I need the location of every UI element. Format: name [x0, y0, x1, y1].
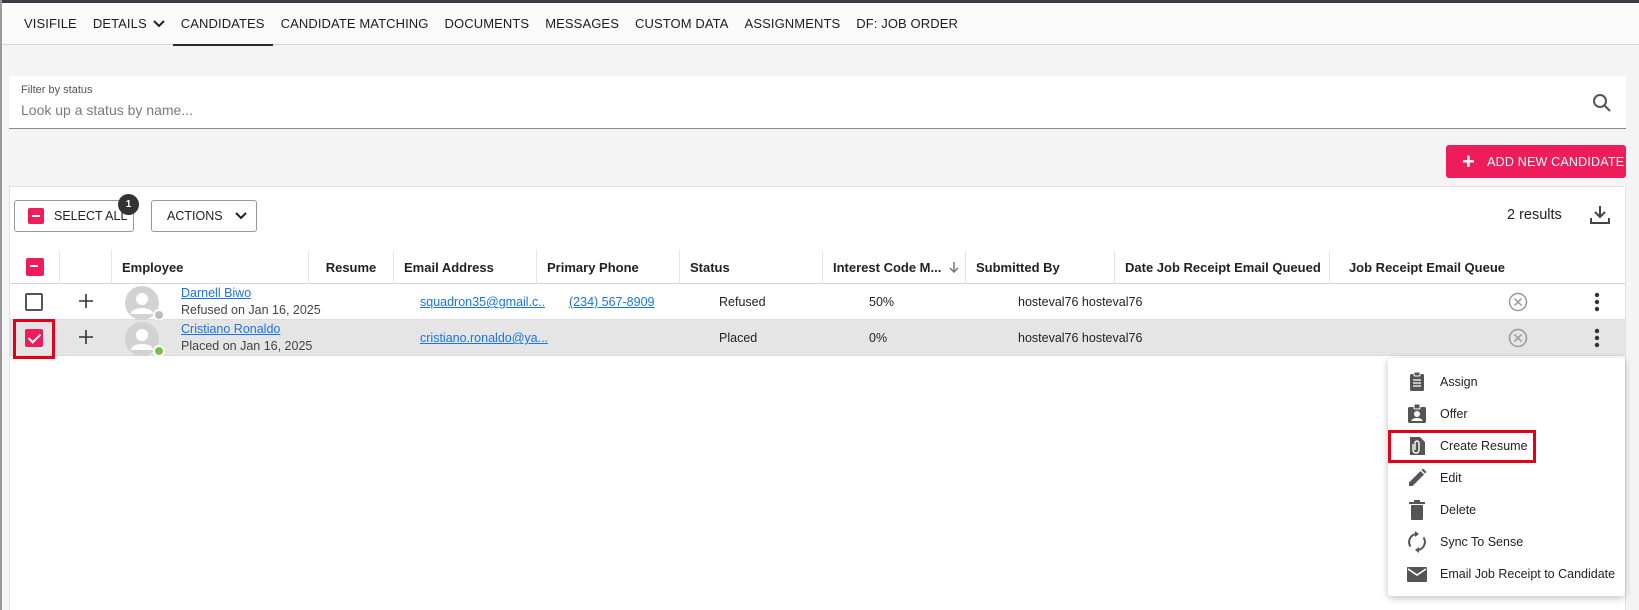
file-attachment-icon — [1410, 437, 1425, 455]
window-left-border — [0, 0, 2, 610]
tab-visifile[interactable]: VISIFILE — [16, 3, 85, 45]
envelope-icon — [1407, 567, 1427, 582]
employee-status-date: Refused on Jan 16, 2025 — [181, 303, 321, 317]
tab-label: CANDIDATES — [180, 16, 265, 31]
column-header-resume[interactable]: Resume — [309, 250, 394, 284]
select-all-label: SELECT ALL — [54, 209, 128, 223]
menu-item-email-job-receipt[interactable]: Email Job Receipt to Candidate — [1388, 558, 1625, 590]
tab-candidate-matching[interactable]: CANDIDATE MATCHING — [273, 3, 437, 45]
badge-icon — [1408, 403, 1426, 423]
plus-icon: + — [1462, 148, 1476, 174]
sort-arrow-down-icon[interactable] — [949, 261, 959, 273]
status-cell: Placed — [719, 331, 758, 345]
submitted-by-cell: hosteval76 hosteval76 — [1018, 331, 1143, 345]
select-all-button[interactable]: SELECT ALL — [14, 200, 134, 232]
interest-header-label: Interest Code M... — [833, 259, 942, 275]
menu-item-label: Delete — [1440, 503, 1477, 517]
add-new-candidate-button[interactable]: + ADD NEW CANDIDATE — [1446, 145, 1626, 178]
column-header-phone[interactable]: Primary Phone — [537, 250, 680, 284]
plus-icon[interactable] — [77, 292, 95, 310]
more-options-icon[interactable] — [1594, 292, 1600, 312]
tab-label: CANDIDATE MATCHING — [280, 16, 429, 31]
employee-status-date: Placed on Jan 16, 2025 — [181, 339, 313, 353]
clipboard-icon — [1410, 371, 1424, 391]
employee-name-link[interactable]: Cristiano Ronaldo — [181, 322, 280, 336]
interest-cell: 50% — [869, 295, 895, 309]
column-header-interest[interactable]: Interest Code M... — [823, 250, 966, 284]
menu-item-label: Assign — [1440, 375, 1478, 389]
table-row[interactable]: Cristiano Ronaldo Placed on Jan 16, 2025… — [10, 320, 1625, 357]
menu-item-label: Create Resume — [1440, 439, 1528, 453]
tab-label: DF: JOB ORDER — [856, 16, 958, 31]
filter-label: Filter by status — [21, 84, 93, 96]
column-header-email[interactable]: Email Address — [394, 250, 537, 284]
row-context-menu: Assign Offer Create Resume Edit Delete S… — [1388, 358, 1625, 596]
menu-item-label: Edit — [1440, 471, 1462, 485]
close-circle-icon — [1508, 292, 1528, 312]
selected-count-badge: 1 — [118, 194, 139, 215]
row-checkbox[interactable] — [25, 293, 43, 311]
more-options-icon[interactable] — [1594, 328, 1600, 348]
plus-icon[interactable] — [77, 328, 95, 346]
table-row[interactable]: Darnell Biwo Refused on Jan 16, 2025 squ… — [10, 284, 1625, 321]
email-link[interactable]: squadron35@gmail.c... — [420, 284, 545, 320]
column-header-employee[interactable]: Employee — [112, 250, 309, 284]
chevron-down-icon — [153, 19, 165, 27]
menu-item-offer[interactable]: Offer — [1388, 398, 1625, 430]
status-cell: Refused — [719, 295, 766, 309]
tab-bar: VISIFILE DETAILS CANDIDATES CANDIDATE MA… — [2, 3, 1639, 46]
actions-label: ACTIONS — [167, 209, 223, 223]
sync-icon — [1408, 531, 1426, 553]
close-circle-icon — [1508, 328, 1528, 348]
header-expand-cell — [60, 250, 112, 284]
menu-item-label: Sync To Sense — [1440, 535, 1524, 549]
employee-name-link[interactable]: Darnell Biwo — [181, 286, 251, 300]
interest-cell: 0% — [869, 331, 888, 345]
tab-documents[interactable]: DOCUMENTS — [437, 3, 538, 45]
tab-label: MESSAGES — [545, 16, 619, 31]
menu-item-sync-to-sense[interactable]: Sync To Sense — [1388, 526, 1625, 558]
tab-df-job-order[interactable]: DF: JOB ORDER — [848, 3, 966, 45]
download-icon[interactable] — [1589, 204, 1611, 226]
menu-item-label: Email Job Receipt to Candidate — [1440, 567, 1616, 581]
pencil-icon — [1409, 468, 1427, 486]
row-checkbox[interactable] — [25, 329, 43, 347]
phone-link[interactable]: (234) 567-8909 — [569, 284, 689, 320]
tab-assignments[interactable]: ASSIGNMENTS — [737, 3, 849, 45]
search-icon[interactable] — [1592, 93, 1612, 113]
header-checkbox[interactable] — [26, 258, 44, 276]
tab-details[interactable]: DETAILS — [85, 3, 173, 45]
menu-item-edit[interactable]: Edit — [1388, 462, 1625, 494]
submitted-by-cell: hosteval76 hosteval76 — [1018, 295, 1143, 309]
tab-label: DOCUMENTS — [444, 16, 530, 31]
tab-candidates[interactable]: CANDIDATES — [172, 3, 273, 46]
tab-messages[interactable]: MESSAGES — [537, 3, 627, 45]
table-header: Employee Resume Email Address Primary Ph… — [10, 250, 1625, 284]
menu-item-assign[interactable]: Assign — [1388, 366, 1625, 398]
menu-item-create-resume[interactable]: Create Resume — [1388, 430, 1625, 462]
indeterminate-checkbox-icon — [28, 208, 44, 224]
column-header-status[interactable]: Status — [680, 250, 823, 284]
column-header-submitted-by[interactable]: Submitted By — [966, 250, 1115, 284]
add-button-label: ADD NEW CANDIDATE — [1487, 154, 1625, 169]
status-filter: Filter by status — [9, 76, 1626, 129]
header-select-cell — [10, 250, 60, 284]
tab-label: ASSIGNMENTS — [744, 16, 841, 31]
tab-label: DETAILS — [92, 16, 147, 31]
tab-custom-data[interactable]: CUSTOM DATA — [627, 3, 737, 45]
chevron-down-icon — [234, 212, 247, 220]
tab-label: CUSTOM DATA — [634, 16, 729, 31]
tab-label: VISIFILE — [24, 16, 77, 31]
results-count: 2 results — [1507, 207, 1562, 223]
trash-icon — [1409, 500, 1425, 520]
column-header-receipt-queued[interactable]: Job Receipt Email Queue — [1330, 250, 1505, 284]
menu-item-delete[interactable]: Delete — [1388, 494, 1625, 526]
email-link[interactable]: cristiano.ronaldo@ya... — [420, 320, 548, 356]
menu-item-label: Offer — [1440, 407, 1468, 421]
presence-dot — [153, 345, 165, 357]
status-search-input[interactable] — [21, 102, 1571, 118]
actions-dropdown[interactable]: ACTIONS — [151, 200, 257, 232]
column-header-date-queued[interactable]: Date Job Receipt Email Queued — [1115, 250, 1330, 284]
